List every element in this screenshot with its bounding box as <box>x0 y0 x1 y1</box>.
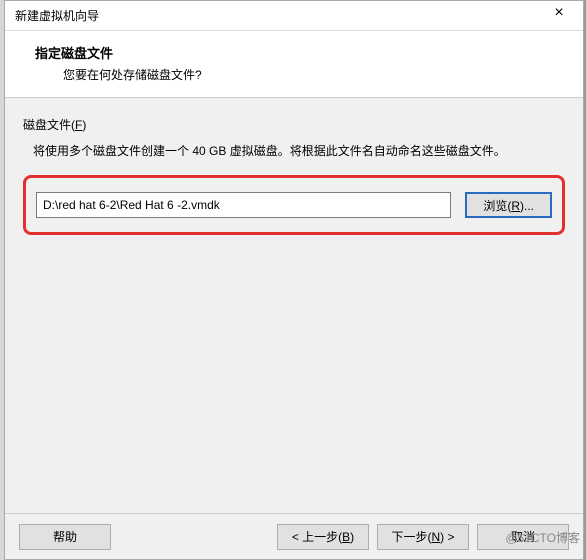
help-label: 帮助 <box>53 530 77 544</box>
header-title: 指定磁盘文件 <box>35 43 567 62</box>
browse-post: )... <box>520 199 534 213</box>
next-post: ) > <box>440 530 454 544</box>
close-icon: × <box>554 4 563 22</box>
label-pre: 磁盘文件( <box>23 118 75 132</box>
help-button[interactable]: 帮助 <box>19 524 111 550</box>
back-pre: < 上一步( <box>292 530 342 544</box>
disk-file-label: 磁盘文件(F) <box>23 116 565 133</box>
browse-button[interactable]: 浏览(R)... <box>465 192 552 218</box>
browse-hotkey: R <box>511 199 520 213</box>
wizard-window: 新建虚拟机向导 × 指定磁盘文件 您要在何处存储磁盘文件? 磁盘文件(F) 将使… <box>4 0 584 560</box>
wizard-content: 磁盘文件(F) 将使用多个磁盘文件创建一个 40 GB 虚拟磁盘。将根据此文件名… <box>5 98 583 513</box>
wizard-header: 指定磁盘文件 您要在何处存储磁盘文件? <box>5 31 583 98</box>
next-button[interactable]: 下一步(N) > <box>377 524 469 550</box>
next-pre: 下一步( <box>391 530 431 544</box>
label-post: ) <box>82 118 86 132</box>
header-subtitle: 您要在何处存储磁盘文件? <box>63 66 567 83</box>
titlebar: 新建虚拟机向导 × <box>5 1 583 31</box>
wizard-footer: 帮助 < 上一步(B) 下一步(N) > 取消 <box>5 513 583 559</box>
back-post: ) <box>350 530 354 544</box>
highlight-annotation: 浏览(R)... <box>23 175 565 235</box>
next-hotkey: N <box>431 530 440 544</box>
close-button[interactable]: × <box>539 0 579 27</box>
disk-path-input[interactable] <box>36 192 451 218</box>
back-hotkey: B <box>342 530 350 544</box>
watermark-text: @51CTO博客 <box>505 529 580 546</box>
disk-file-description: 将使用多个磁盘文件创建一个 40 GB 虚拟磁盘。将根据此文件名自动命名这些磁盘… <box>33 141 565 161</box>
window-title: 新建虚拟机向导 <box>15 7 99 24</box>
back-button[interactable]: < 上一步(B) <box>277 524 369 550</box>
browse-pre: 浏览( <box>483 199 511 213</box>
